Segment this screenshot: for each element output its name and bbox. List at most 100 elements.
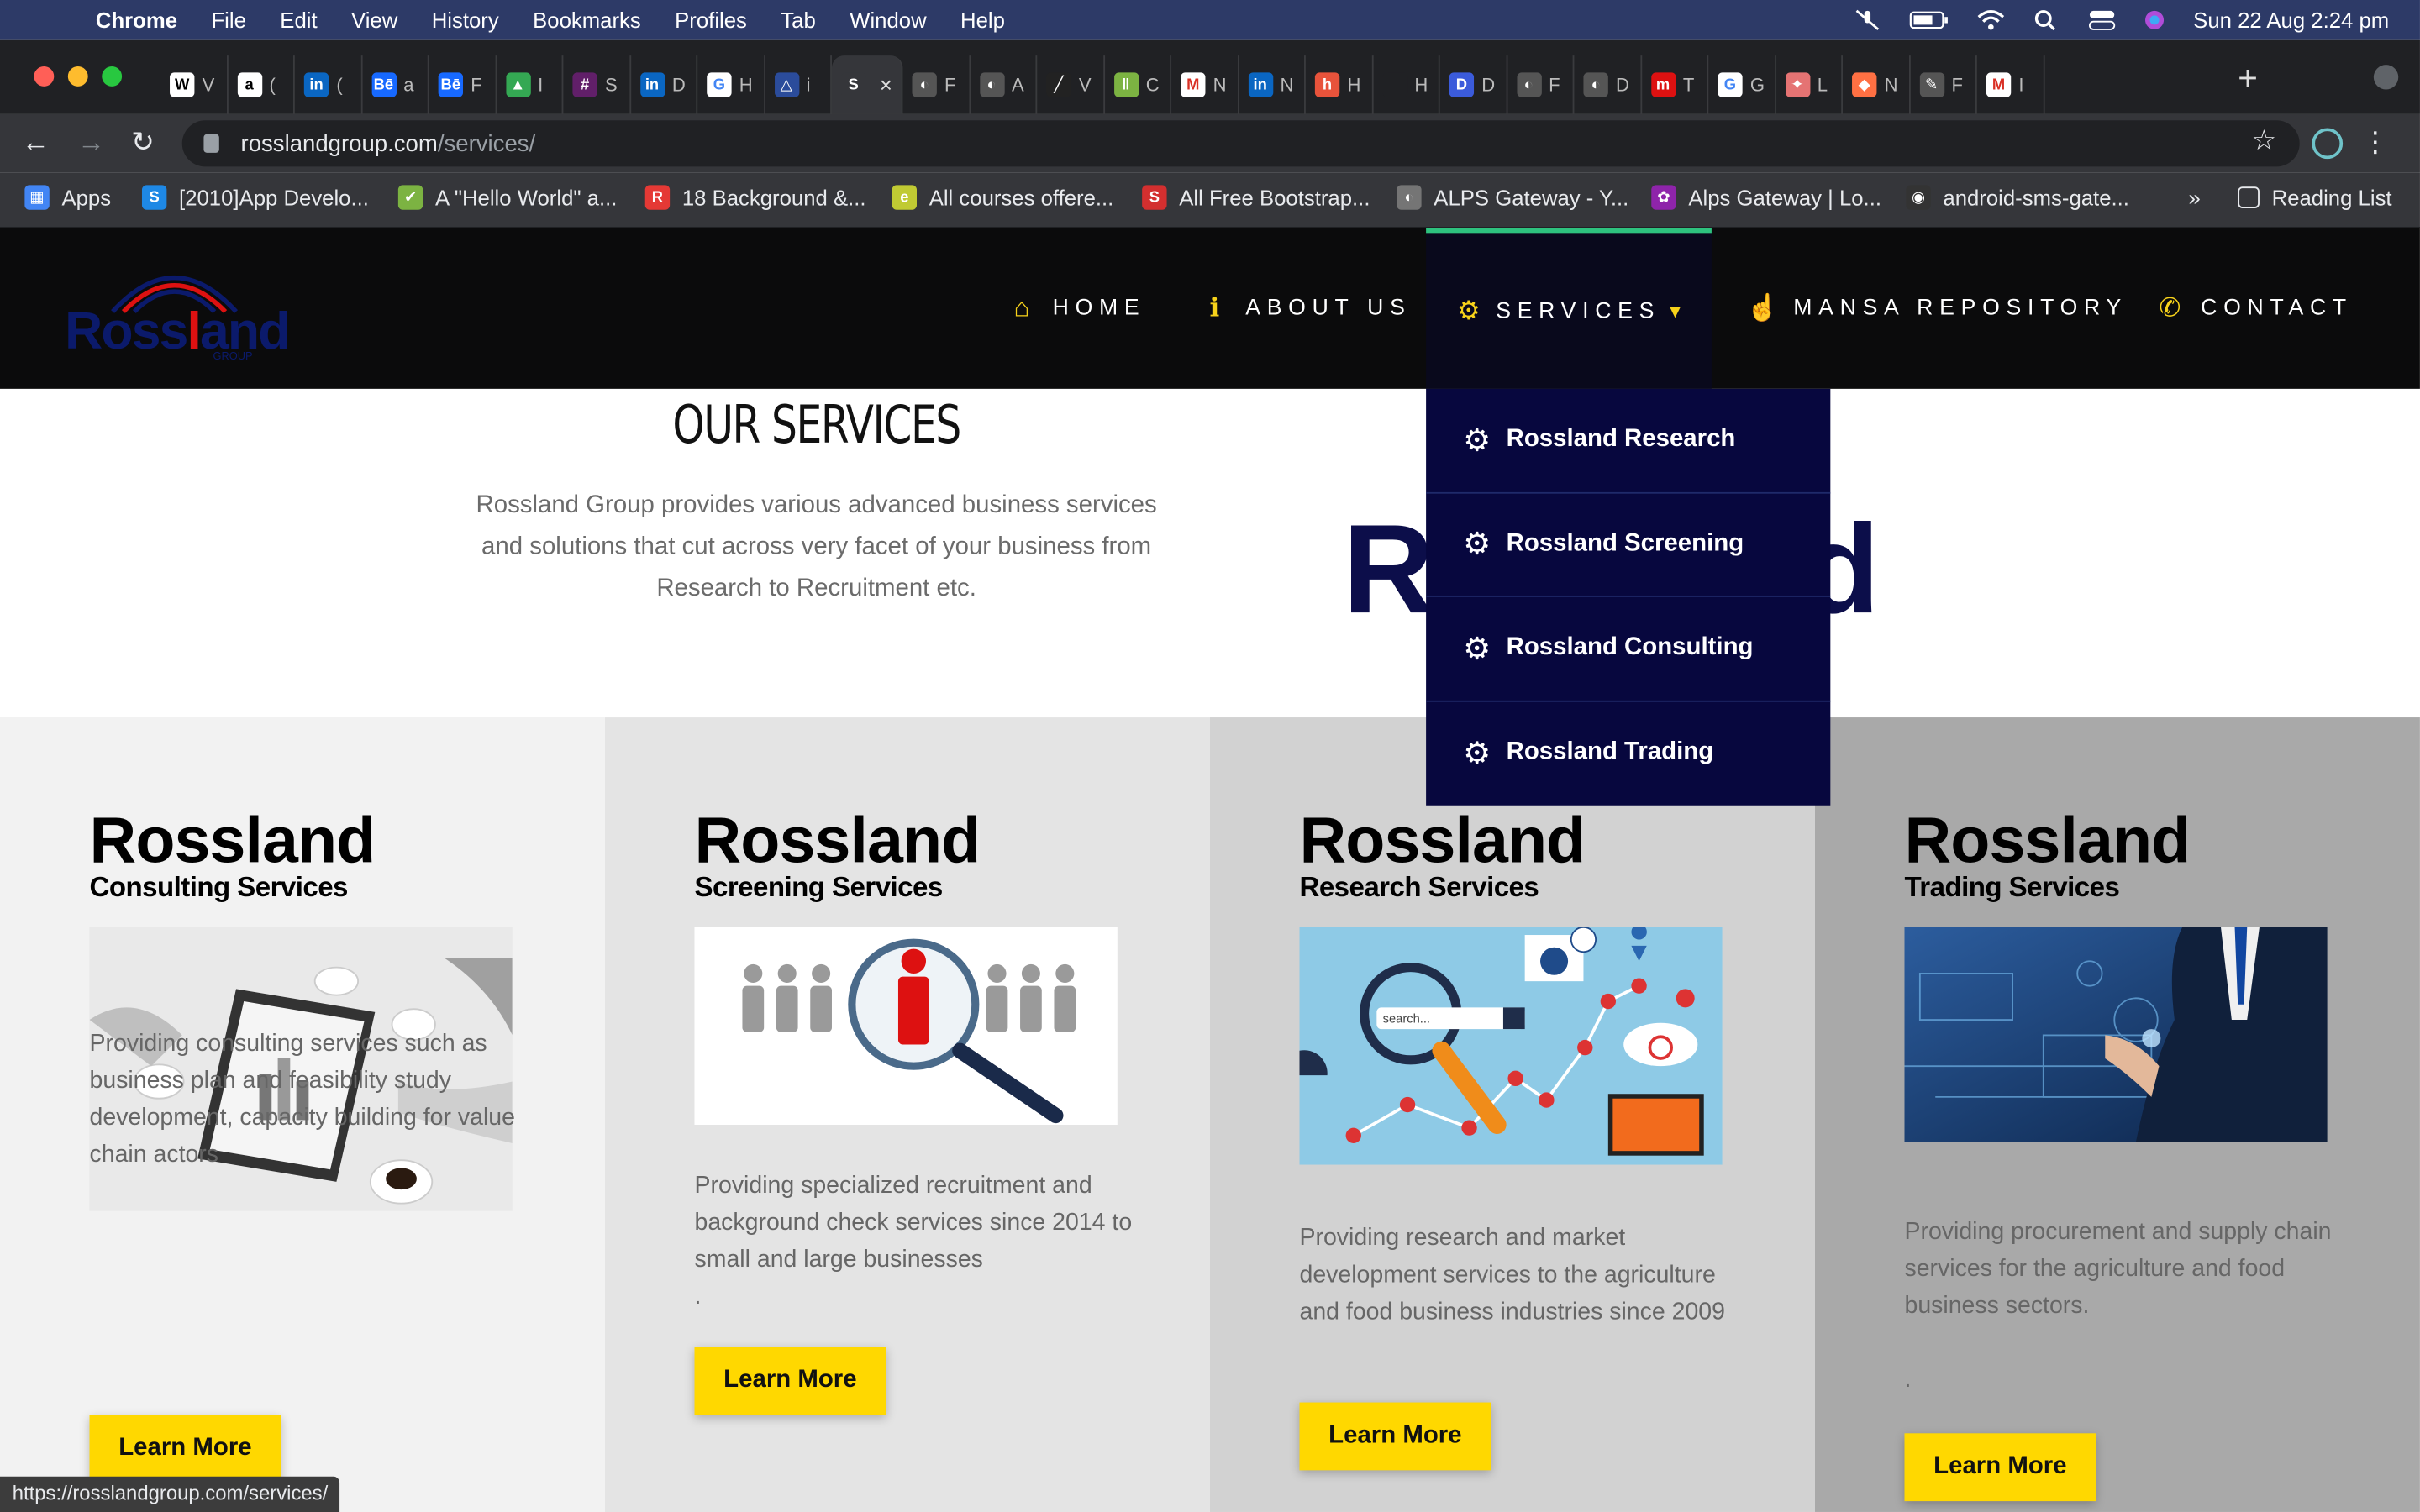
dropdown-item-research[interactable]: ⚙ Rossland Research bbox=[1426, 389, 1831, 493]
new-tab-button[interactable]: + bbox=[2238, 59, 2258, 99]
nav-about-us[interactable]: ℹ ABOUT US bbox=[1199, 228, 1411, 389]
menu-bookmarks[interactable]: Bookmarks bbox=[533, 8, 641, 32]
bookmark-item[interactable]: e All courses offere... bbox=[892, 185, 1113, 210]
tab[interactable]: ✎ F bbox=[1910, 55, 1977, 114]
service-card-consulting: Rossland Consulting Services Providing c… bbox=[0, 717, 605, 1512]
tab[interactable]: # S bbox=[563, 55, 631, 114]
bookmark-star-icon[interactable]: ☆ bbox=[2251, 125, 2276, 158]
tab[interactable]: ǁC bbox=[1104, 55, 1172, 114]
menu-tab[interactable]: Tab bbox=[781, 8, 815, 32]
battery-icon[interactable] bbox=[1909, 9, 1949, 31]
tab[interactable]: H bbox=[1373, 55, 1440, 114]
bookmark-item[interactable]: ◉ android-sms-gate... bbox=[1906, 185, 2129, 210]
mic-muted-icon[interactable] bbox=[1854, 9, 1881, 31]
bookmark-item[interactable]: ✔ A "Hello World" a... bbox=[397, 185, 617, 210]
chrome-menu-icon[interactable]: ⋮ bbox=[2361, 127, 2389, 160]
tab[interactable]: ▲ I bbox=[496, 55, 564, 114]
bookmark-item[interactable]: ◐ ALPS Gateway - Y... bbox=[1397, 185, 1628, 210]
tab-title: D bbox=[671, 74, 686, 96]
tab[interactable]: GH bbox=[697, 55, 765, 114]
dropdown-item-screening[interactable]: ⚙ Rossland Screening bbox=[1426, 493, 1831, 597]
tab-favicon-icon: D bbox=[1449, 72, 1475, 97]
dropdown-item-trading[interactable]: ⚙ Rossland Trading bbox=[1426, 701, 1830, 806]
extension-icon[interactable] bbox=[2312, 128, 2344, 160]
tab[interactable]: DD bbox=[1440, 55, 1507, 114]
tab-active[interactable]: S × bbox=[831, 55, 903, 114]
tab[interactable]: WV bbox=[160, 55, 228, 114]
tab[interactable]: in N bbox=[1239, 55, 1306, 114]
tab-title: H bbox=[739, 74, 753, 96]
learn-more-trading-button[interactable]: Learn More bbox=[1904, 1433, 2096, 1502]
tab[interactable]: ◐ F bbox=[902, 55, 971, 114]
menu-app-name[interactable]: Chrome bbox=[96, 8, 177, 32]
bookmark-item[interactable]: ▦ Apps bbox=[24, 185, 111, 210]
menu-profiles[interactable]: Profiles bbox=[675, 8, 747, 32]
dropdown-item-consulting[interactable]: ⚙ Rossland Consulting bbox=[1426, 597, 1831, 701]
tab[interactable]: ◐ A bbox=[970, 55, 1038, 114]
tab-title: H bbox=[1414, 74, 1428, 96]
close-window-button[interactable] bbox=[34, 66, 55, 87]
menu-file[interactable]: File bbox=[211, 8, 245, 32]
menu-view[interactable]: View bbox=[351, 8, 397, 32]
menu-help[interactable]: Help bbox=[960, 8, 1005, 32]
nav-contact[interactable]: ✆ CONTACT bbox=[2154, 228, 2353, 389]
reload-button[interactable]: ↻ bbox=[131, 127, 155, 160]
menu-window[interactable]: Window bbox=[850, 8, 926, 32]
learn-more-screening-button[interactable]: Learn More bbox=[694, 1347, 886, 1415]
tab[interactable]: in ( bbox=[295, 55, 362, 114]
tab-favicon-icon: G bbox=[1718, 72, 1743, 97]
zoom-window-button[interactable] bbox=[102, 66, 123, 87]
learn-more-consulting-button[interactable]: Learn More bbox=[89, 1415, 281, 1483]
bookmark-item[interactable]: R 18 Background &... bbox=[644, 185, 866, 210]
learn-more-research-button[interactable]: Learn More bbox=[1299, 1402, 1491, 1471]
address-bar[interactable]: rosslandgroup.com/services/ bbox=[182, 120, 2300, 167]
info-icon: ℹ bbox=[1209, 292, 1220, 323]
tab-favicon-icon: ǁ bbox=[1113, 72, 1139, 97]
tab-title: I bbox=[2018, 74, 2024, 96]
tab[interactable]: a( bbox=[228, 55, 295, 114]
tab-search-button[interactable] bbox=[2373, 65, 2399, 90]
tab-favicon-icon: M bbox=[1181, 72, 1206, 97]
tab[interactable]: Bē F bbox=[429, 55, 497, 114]
tab[interactable]: △ i bbox=[765, 55, 832, 114]
more-bookmarks-button[interactable]: » bbox=[2188, 185, 2200, 209]
back-button[interactable]: ← bbox=[22, 127, 50, 160]
lock-icon[interactable] bbox=[203, 134, 219, 153]
tab[interactable]: in D bbox=[630, 55, 698, 114]
menu-history[interactable]: History bbox=[432, 8, 499, 32]
close-tab-icon[interactable]: × bbox=[880, 72, 892, 97]
nav-about-label: ABOUT US bbox=[1245, 296, 1412, 322]
tab[interactable]: GG bbox=[1708, 55, 1776, 114]
nav-home[interactable]: ⌂ HOME bbox=[1007, 228, 1146, 389]
tab[interactable]: ◐ F bbox=[1507, 55, 1575, 114]
tab[interactable]: ╱ V bbox=[1037, 55, 1105, 114]
menu-edit[interactable]: Edit bbox=[280, 8, 317, 32]
tab[interactable]: hH bbox=[1306, 55, 1373, 114]
tab[interactable]: ✦ L bbox=[1776, 55, 1844, 114]
forward-button[interactable]: → bbox=[77, 127, 105, 160]
tab-favicon-icon bbox=[1381, 72, 1407, 97]
tab-favicon-icon: ✎ bbox=[1918, 72, 1944, 97]
spotlight-search-icon[interactable] bbox=[2033, 9, 2060, 31]
tab[interactable]: mT bbox=[1641, 55, 1709, 114]
section-description: Rossland Group provides various advanced… bbox=[476, 491, 1157, 602]
tab-favicon-icon: h bbox=[1314, 72, 1340, 97]
rossland-logo[interactable]: Rossland GROUP bbox=[61, 256, 293, 365]
bookmark-item[interactable]: S [2010]App Develo... bbox=[141, 185, 369, 210]
siri-icon[interactable] bbox=[2144, 9, 2165, 31]
tab[interactable]: MN bbox=[1171, 55, 1239, 114]
minimize-window-button[interactable] bbox=[67, 66, 88, 87]
tab[interactable]: ◆ N bbox=[1843, 55, 1910, 114]
wifi-icon[interactable] bbox=[1977, 9, 2005, 31]
nav-services[interactable]: ⚙ SERVICES ▾ bbox=[1426, 228, 1712, 389]
tab[interactable]: ◐ D bbox=[1574, 55, 1642, 114]
tab-favicon-icon: in bbox=[639, 72, 665, 97]
bookmark-item[interactable]: S All Free Bootstrap... bbox=[1142, 185, 1370, 210]
clock[interactable]: Sun 22 Aug 2:24 pm bbox=[2193, 8, 2389, 32]
tab[interactable]: Bē a bbox=[362, 55, 429, 114]
nav-mansa-repository[interactable]: ☝ MANSA REPOSITORY bbox=[1746, 228, 2128, 389]
bookmark-item[interactable]: ✿ Alps Gateway | Lo... bbox=[1651, 185, 1881, 210]
control-center-icon[interactable] bbox=[2088, 9, 2116, 31]
reading-list-button[interactable]: Reading List bbox=[2238, 185, 2392, 210]
tab[interactable]: MI bbox=[1977, 55, 2044, 114]
